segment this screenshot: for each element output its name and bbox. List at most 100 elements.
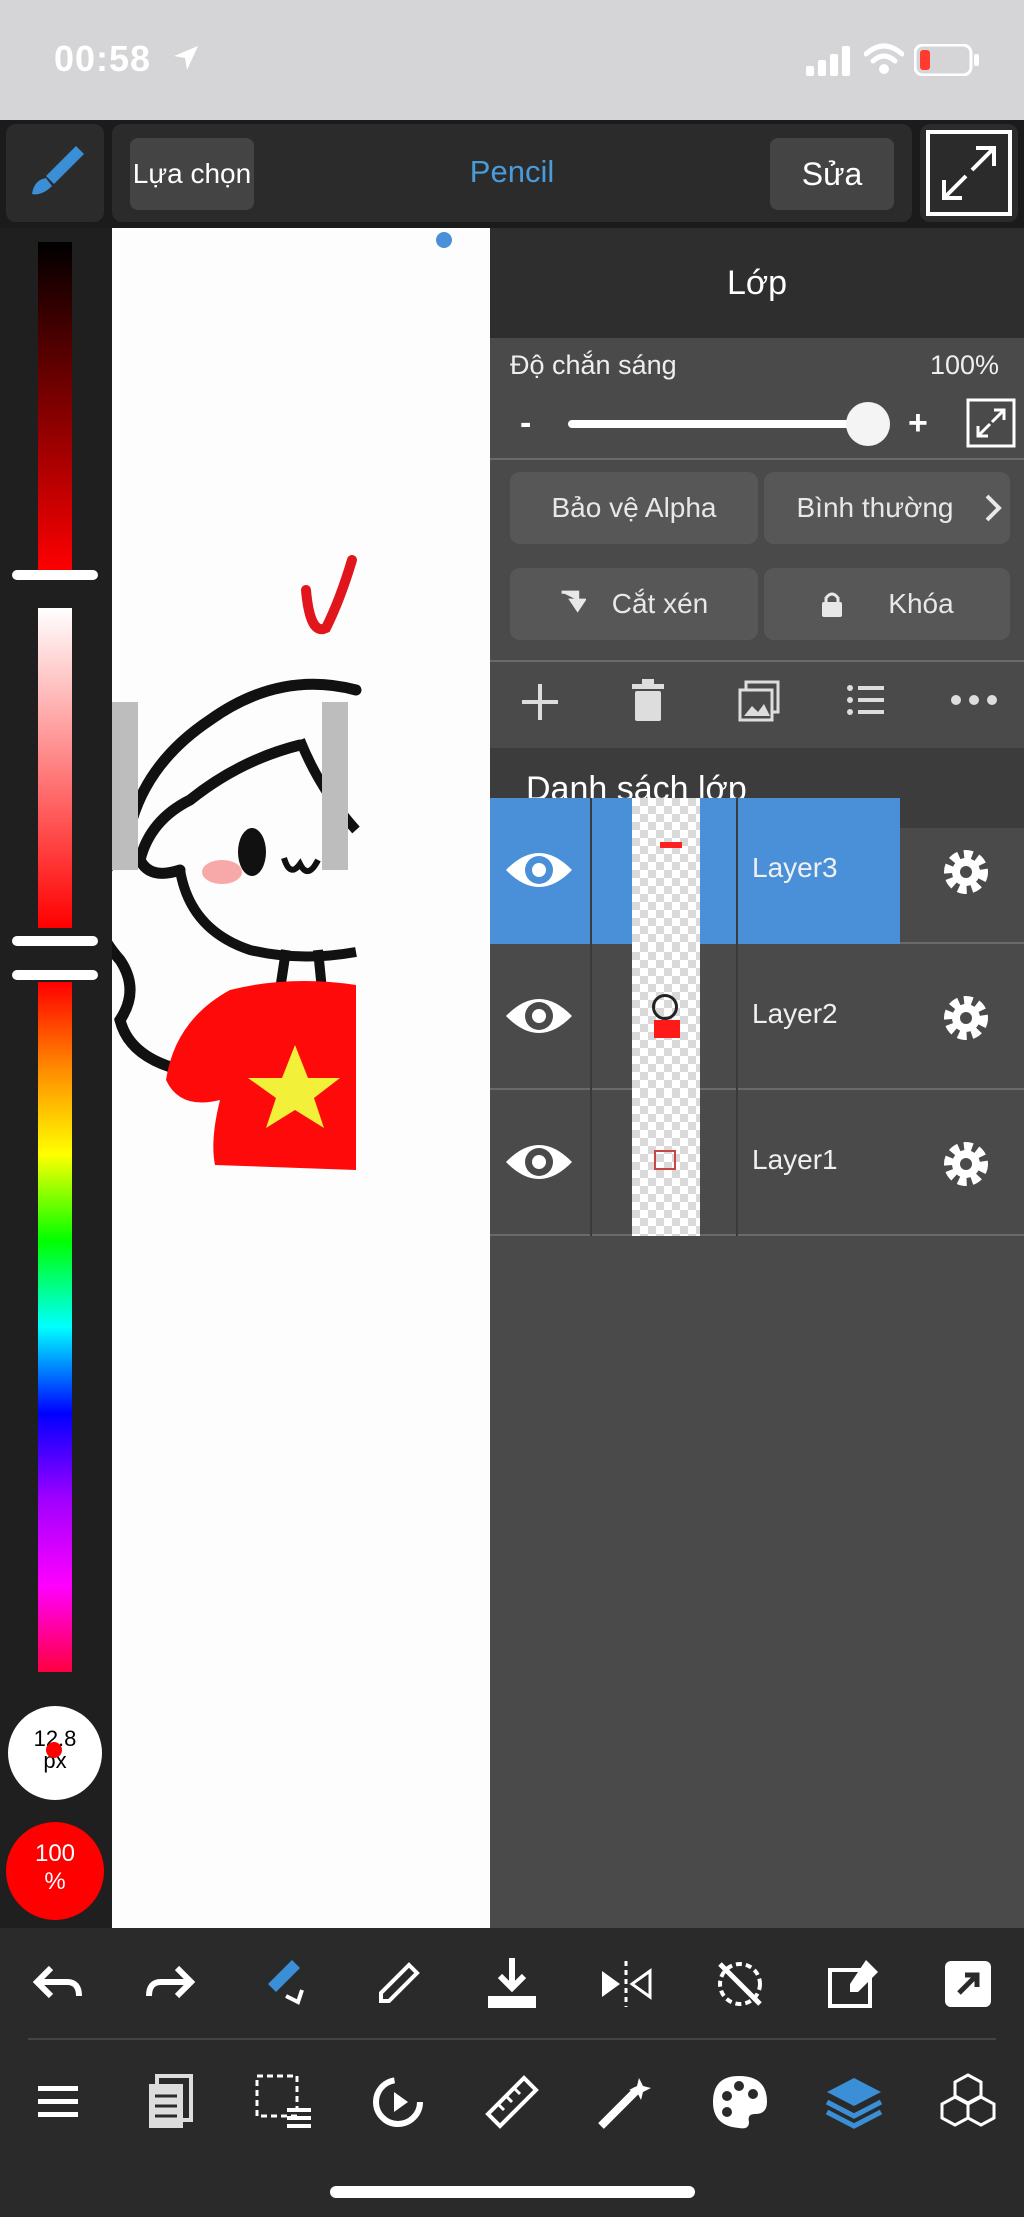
visibility-eye-icon[interactable] — [504, 1130, 574, 1194]
list-icon[interactable] — [846, 682, 886, 718]
clipping-button[interactable]: Cắt xén — [510, 568, 758, 640]
layer-name: Layer2 — [752, 998, 838, 1029]
main-toolbar — [0, 2040, 1024, 2160]
layer-panel: Lớp Độ chắn sáng 100% - + Bảo vệ Alpha B… — [490, 228, 1024, 1928]
divider — [490, 458, 1024, 460]
layer-thumbnail — [632, 798, 700, 944]
more-options-icon[interactable] — [950, 692, 998, 708]
ruler-button[interactable] — [482, 2072, 542, 2132]
layer-thumbnail — [632, 1090, 700, 1236]
layer-settings-gear-icon[interactable] — [938, 1136, 994, 1192]
layers-icon — [825, 2078, 883, 2129]
brush-transform-button[interactable] — [254, 1954, 314, 2014]
save-button[interactable] — [482, 1954, 542, 2014]
opacity-slider-track[interactable] — [568, 420, 878, 428]
signal-icon — [806, 46, 850, 76]
battery-icon — [914, 44, 979, 76]
menu-button[interactable] — [28, 2072, 88, 2132]
opacity-expand-icon[interactable] — [966, 398, 1016, 448]
eyedropper-button[interactable] — [368, 1954, 428, 2014]
blend-mode-button[interactable]: Bình thường — [764, 472, 1010, 544]
divider — [590, 1090, 592, 1236]
brush-transform-icon — [268, 1960, 304, 2005]
pages-button[interactable] — [140, 2072, 200, 2132]
edit-canvas-icon — [828, 1960, 878, 2008]
brush-icon — [32, 146, 84, 195]
selection-rect-icon — [255, 2074, 311, 2128]
layer-name: Layer1 — [752, 1144, 838, 1175]
delete-layer-icon[interactable] — [628, 678, 668, 724]
brightness-slider-handle[interactable] — [12, 570, 98, 580]
selection-tool-button[interactable] — [254, 2072, 314, 2132]
brush-opacity-button[interactable]: 100 % — [6, 1822, 104, 1920]
cubes-icon — [940, 2073, 996, 2127]
edit-toolbar — [0, 1928, 1024, 2038]
layers-button[interactable] — [824, 2072, 884, 2132]
divider — [590, 798, 592, 944]
layer-panel-title: Lớp — [490, 228, 1024, 338]
ruler-icon — [485, 2075, 539, 2129]
alpha-protect-button[interactable]: Bảo vệ Alpha — [510, 472, 758, 544]
chevron-right-icon — [985, 494, 1002, 522]
layer-row-layer1[interactable]: Layer1 — [490, 1090, 1024, 1236]
palette-icon — [713, 2076, 767, 2129]
flip-button[interactable] — [596, 1954, 656, 2014]
brush-tool-button[interactable] — [6, 124, 104, 222]
opacity-decrease-button[interactable]: - — [520, 404, 531, 443]
snap-off-button[interactable] — [710, 1954, 770, 2014]
bottom-toolbars — [0, 1928, 1024, 2217]
add-layer-icon[interactable] — [518, 680, 562, 724]
3d-materials-button[interactable] — [938, 2072, 998, 2132]
canvas-left-scroll-handle[interactable] — [112, 702, 138, 870]
page-indicator-dot — [436, 232, 452, 248]
image-layer-icon[interactable] — [738, 680, 780, 722]
tool-bar-center: Lựa chọn Pencil Sửa — [112, 124, 912, 222]
canvas-right-scroll-handle[interactable] — [322, 702, 348, 870]
materials-button[interactable] — [710, 2072, 770, 2132]
rotate-icon — [373, 2077, 423, 2127]
brush-size-button[interactable]: 12.8 px — [8, 1706, 102, 1800]
hue-slider[interactable] — [38, 982, 72, 1672]
wifi-icon — [864, 43, 904, 74]
hamburger-menu-icon — [38, 2086, 78, 2117]
opacity-slider-handle[interactable] — [846, 402, 890, 446]
lock-button[interactable]: Khóa — [764, 568, 1010, 640]
edit-button[interactable]: Sửa — [770, 138, 894, 210]
redo-icon — [146, 1965, 195, 1999]
blend-mode-label: Bình thường — [796, 492, 954, 523]
opacity-increase-button[interactable]: + — [908, 404, 928, 443]
saturation-slider-handle[interactable] — [12, 936, 98, 946]
brightness-slider[interactable] — [38, 242, 72, 572]
brush-size-dot — [46, 1742, 62, 1758]
visibility-eye-icon[interactable] — [504, 984, 574, 1048]
thumb-mark — [660, 842, 682, 848]
divider — [490, 660, 1024, 662]
undo-button[interactable] — [28, 1954, 88, 2014]
top-toolbar: Lựa chọn Pencil Sửa — [0, 120, 1024, 228]
saturation-slider[interactable] — [38, 608, 72, 928]
flip-icon — [602, 1961, 652, 2007]
undo-icon — [33, 1965, 82, 1999]
transform-button[interactable] — [368, 2072, 428, 2132]
layer-row-layer2[interactable]: Layer2 — [490, 944, 1024, 1090]
layer-row-layer3[interactable]: Layer3 — [490, 798, 1024, 944]
color-bar: 12.8 px 100 % — [0, 228, 112, 1928]
opacity-label: Độ chắn sáng — [510, 350, 677, 380]
filter-button[interactable] — [596, 2072, 656, 2132]
home-indicator[interactable] — [330, 2186, 695, 2198]
redo-button[interactable] — [140, 1954, 200, 2014]
layer-settings-gear-icon[interactable] — [938, 990, 994, 1046]
edit-canvas-button[interactable] — [824, 1954, 884, 2014]
status-time: 00:58 — [54, 38, 152, 79]
eyedropper-icon — [379, 1962, 420, 2003]
status-bar: 00:58 — [0, 0, 1024, 120]
canvas-artwork — [112, 555, 362, 1170]
share-button[interactable] — [938, 1954, 998, 2014]
pages-icon — [149, 2074, 193, 2128]
thumb-mark — [654, 1150, 676, 1170]
layer-settings-gear-icon[interactable] — [938, 844, 994, 900]
hue-slider-handle[interactable] — [12, 970, 98, 980]
visibility-eye-icon[interactable] — [504, 838, 574, 902]
fullscreen-button[interactable] — [920, 124, 1018, 222]
drawing-canvas[interactable] — [112, 228, 492, 1928]
